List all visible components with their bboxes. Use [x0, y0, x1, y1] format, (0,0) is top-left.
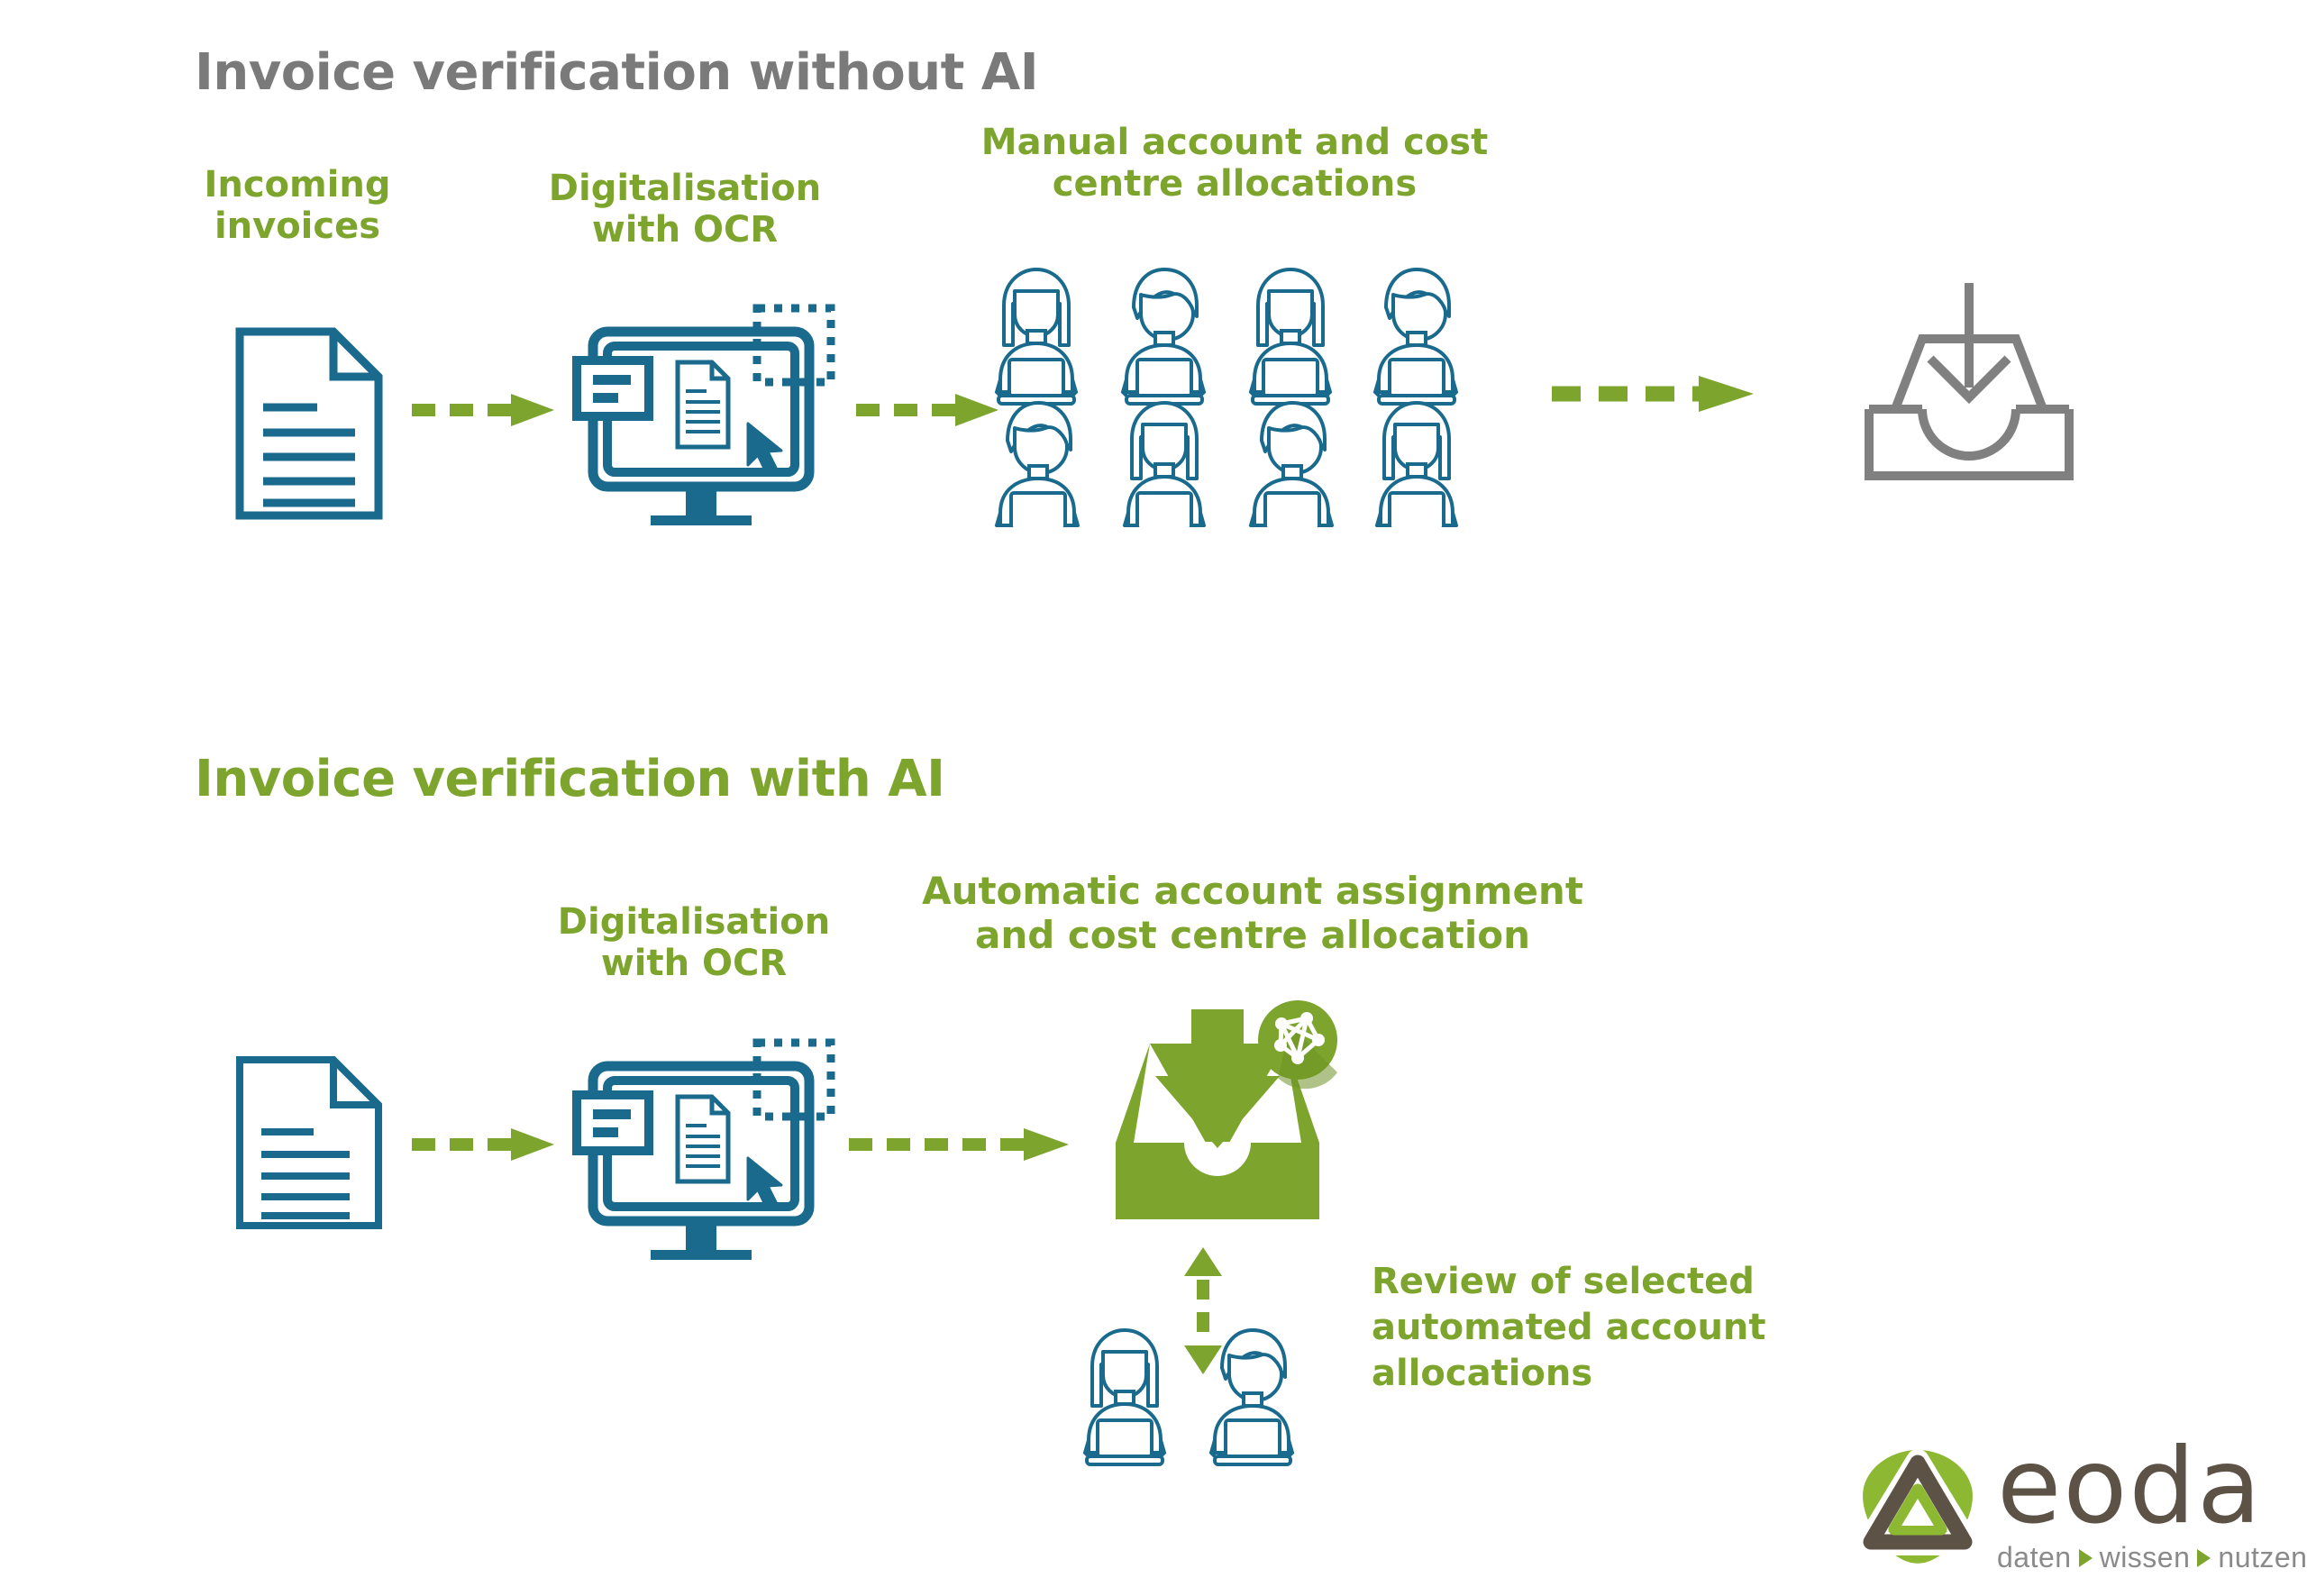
- arrow-people-to-inbox: [1550, 374, 1757, 414]
- person-icon-8: [1375, 401, 1458, 527]
- caption-automatic-assignment: Automatic account assignment and cost ce…: [922, 869, 1583, 957]
- eoda-tagline: daten wissen nutzen: [1997, 1541, 2307, 1574]
- person-icon-4: [1373, 268, 1458, 406]
- reviewer-icon-1: [1083, 1328, 1166, 1466]
- person-icon-1: [995, 268, 1078, 406]
- person-icon-5: [995, 401, 1080, 527]
- person-icon-2: [1121, 268, 1206, 406]
- two-people-icon: [1078, 1323, 1339, 1472]
- reviewer-icon-2: [1209, 1328, 1294, 1466]
- eoda-logo: eoda daten wissen nutzen: [1855, 1426, 2307, 1574]
- person-icon-6: [1123, 401, 1206, 527]
- document-icon-ai: [233, 1053, 386, 1233]
- caption-digitalisation-ocr-top: Digitalisation with OCR: [548, 168, 822, 251]
- triangle-right-icon-2: [2197, 1548, 2211, 1567]
- caption-incoming-invoices: Incoming invoices: [204, 164, 391, 248]
- eoda-mark-icon: [1855, 1445, 1981, 1571]
- person-icon-3: [1249, 268, 1332, 406]
- arrow-ocr-to-people: [854, 392, 1003, 428]
- arrow-doc-to-ocr: [410, 392, 559, 428]
- tagline-part-daten: daten: [1997, 1541, 2072, 1574]
- person-icon-7: [1249, 401, 1334, 527]
- ai-inbox-icon: [1098, 999, 1341, 1233]
- document-icon: [233, 324, 386, 523]
- section-title-with-ai: Invoice verification with AI: [195, 750, 945, 808]
- caption-manual-allocations: Manual account and cost centre allocatio…: [980, 122, 1489, 205]
- ocr-monitor-icon-ai: [557, 1032, 845, 1275]
- section-title-without-ai: Invoice verification without AI: [195, 43, 1039, 102]
- diagram-canvas: Invoice verification without AI Incoming…: [0, 0, 2307, 1596]
- arrow-ocr-to-ai-inbox: [847, 1126, 1072, 1163]
- eoda-wordmark: eoda: [1997, 1426, 2264, 1547]
- caption-digitalisation-ocr-bottom: Digitalisation with OCR: [557, 901, 831, 985]
- arrow-doc-to-ocr-ai: [410, 1126, 559, 1163]
- triangle-right-icon-1: [2078, 1548, 2093, 1567]
- tagline-part-wissen: wissen: [2099, 1541, 2191, 1574]
- tagline-part-nutzen: nutzen: [2218, 1541, 2307, 1574]
- caption-review-allocations: Review of selected automated account all…: [1372, 1261, 1766, 1395]
- people-grid-icon: [989, 266, 1494, 527]
- inbox-tray-icon: [1856, 279, 2082, 505]
- ocr-monitor-icon: [557, 297, 845, 541]
